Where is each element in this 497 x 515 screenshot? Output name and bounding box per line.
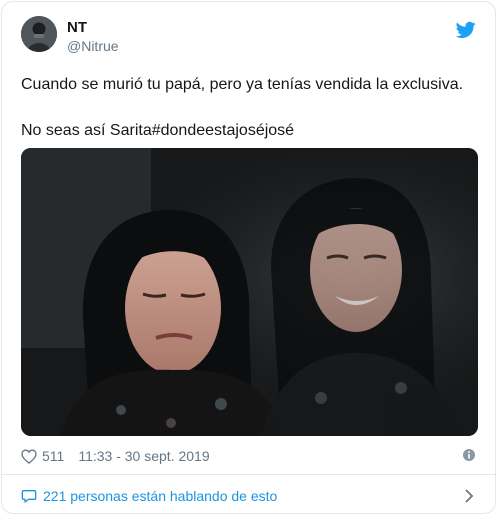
tweet-text: Cuando se murió tu papá, pero ya tenías …: [21, 74, 476, 142]
timestamp[interactable]: 11:33 - 30 sept. 2019: [78, 448, 209, 464]
avatar[interactable]: [21, 16, 57, 52]
speech-bubble-icon: [21, 490, 37, 503]
divider: [2, 474, 495, 475]
conversation-count-text: 221 personas están hablando de esto: [43, 488, 278, 504]
like-count: 511: [42, 448, 65, 464]
tweet-text-line: Cuando se murió tu papá, pero ya tenías …: [21, 76, 464, 93]
tweet-text-line: No seas así Sarita#dondeestajoséjosé: [21, 122, 295, 139]
tweet-header: NT @Nitrue: [21, 16, 476, 60]
chevron-right-icon: [465, 489, 474, 503]
heart-icon: [21, 448, 37, 464]
tweet-card: NT @Nitrue Cuando se murió tu papá, pero…: [1, 1, 496, 514]
user-handle[interactable]: @Nitrue: [67, 38, 119, 54]
info-icon[interactable]: [462, 448, 476, 462]
display-name[interactable]: NT: [67, 19, 87, 36]
twitter-bird-icon[interactable]: [456, 21, 476, 39]
tweet-meta: 511 11:33 - 30 sept. 2019: [21, 446, 476, 466]
tweet-media-image[interactable]: [21, 148, 478, 436]
like-button[interactable]: 511: [21, 448, 64, 464]
conversation-link[interactable]: 221 personas están hablando de esto: [21, 485, 476, 507]
